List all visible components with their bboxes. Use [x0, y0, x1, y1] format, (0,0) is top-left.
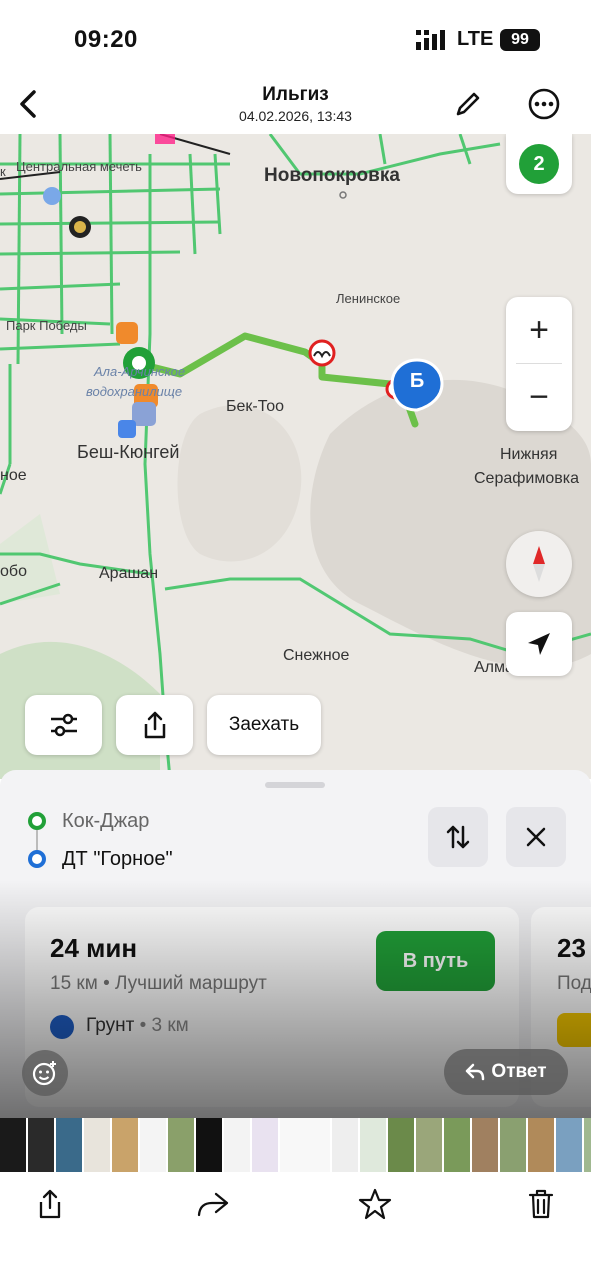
more-options-icon[interactable] — [526, 86, 562, 122]
thumbnail[interactable] — [416, 1118, 442, 1172]
status-time: 09:20 — [74, 26, 138, 53]
route-destination[interactable]: ДТ "Горное" — [62, 848, 173, 871]
map-label-bek-too: Бек-Тоо — [226, 398, 285, 415]
road-surface-distance: • 3 км — [139, 1015, 189, 1036]
thumbnail[interactable] — [332, 1118, 358, 1172]
add-stop-button[interactable]: Заехать — [207, 695, 321, 755]
pencil-icon[interactable] — [452, 88, 484, 120]
thumbnail[interactable] — [584, 1118, 591, 1172]
message-datetime: 04.02.2026, 13:43 — [239, 108, 352, 124]
map-label-arashan: Арашан — [99, 565, 159, 582]
status-bar: 09:20 LTE 99 — [0, 0, 591, 78]
close-icon — [526, 827, 546, 847]
close-route-button[interactable] — [506, 807, 566, 867]
layers-count-button[interactable]: 2 — [506, 134, 572, 194]
thumbnail[interactable] — [0, 1118, 26, 1172]
thumbnail[interactable] — [500, 1118, 526, 1172]
thumbnail[interactable] — [224, 1118, 250, 1172]
route-meta: 15 км • Лучший маршрут — [50, 973, 267, 994]
share-route-button[interactable] — [116, 695, 193, 755]
route-settings-button[interactable] — [25, 695, 102, 755]
thumbnail[interactable] — [140, 1118, 166, 1172]
alt-route-meta: Под — [557, 973, 591, 994]
smiley-plus-icon — [32, 1061, 56, 1086]
map-label-serafimovka: Серафимовка — [474, 470, 579, 487]
thumbnail[interactable] — [444, 1118, 470, 1172]
delete-button[interactable] — [521, 1184, 561, 1224]
thumbnail[interactable] — [56, 1118, 82, 1172]
thumbnail[interactable] — [388, 1118, 414, 1172]
destination-marker-label[interactable]: Б — [405, 370, 429, 393]
reply-button[interactable]: Ответ — [444, 1049, 568, 1095]
map-label-k: к — [0, 164, 6, 179]
thumbnail[interactable] — [28, 1118, 54, 1172]
swap-route-button[interactable] — [428, 807, 488, 867]
thumbnail[interactable] — [360, 1118, 386, 1172]
thumbnail[interactable] — [472, 1118, 498, 1172]
destination-dot-icon — [28, 850, 46, 868]
road-surface: Грунт • 3 км — [86, 1015, 189, 1037]
thumbnail[interactable] — [168, 1118, 194, 1172]
thumbnail[interactable] — [84, 1118, 110, 1172]
map-label-besh-kungey: Беш-Кюнгей — [77, 442, 180, 462]
reply-arrow-icon — [466, 1063, 485, 1081]
signal-icon — [416, 30, 445, 50]
my-location-button[interactable] — [506, 612, 572, 676]
origin-dot-icon — [28, 812, 46, 830]
thumbnail[interactable] — [556, 1118, 582, 1172]
unpaved-road-icon — [50, 1015, 74, 1039]
trash-icon — [528, 1189, 554, 1219]
route-duration: 24 мин — [50, 933, 138, 963]
star-icon — [358, 1188, 392, 1220]
map-label-mosque: Центральная мечеть — [16, 159, 142, 174]
zoom-controls: + − — [506, 297, 572, 431]
map-label-nizhnyaya: Нижняя — [500, 446, 558, 463]
map-label-reservoir-line1: Ала-Арчинское — [94, 364, 186, 379]
chat-header: Ильгиз 04.02.2026, 13:43 — [0, 78, 591, 134]
thumbnail[interactable] — [280, 1118, 330, 1172]
media-thumbnail-strip[interactable] — [0, 1118, 591, 1172]
favorite-button[interactable] — [355, 1184, 395, 1224]
share-icon — [144, 711, 165, 739]
route-connector — [36, 830, 38, 850]
add-reaction-button[interactable] — [22, 1050, 68, 1096]
map-label-reservoir-line2: водохранилище — [86, 384, 183, 399]
viewer-toolbar — [0, 1172, 591, 1280]
forward-arrow-icon — [197, 1192, 229, 1217]
thumbnail[interactable] — [196, 1118, 222, 1172]
map-label-left-obo: обо — [0, 563, 27, 580]
start-navigation-button[interactable]: В путь — [376, 931, 495, 991]
layers-count: 2 — [519, 144, 559, 184]
map-label-leninskoe: Ленинское — [336, 291, 401, 306]
compass-button[interactable] — [506, 531, 572, 597]
sheet-handle[interactable] — [265, 782, 325, 788]
share-button[interactable] — [30, 1184, 70, 1224]
route-origin[interactable]: Кок-Джар — [62, 810, 149, 833]
map-label-novopokrovka: Новопокровка — [264, 165, 400, 186]
thumbnail[interactable] — [252, 1118, 278, 1172]
road-surface-type: Грунт — [86, 1015, 135, 1036]
map-label-snezhnoe: Снежное — [283, 647, 350, 664]
thumbnail[interactable] — [528, 1118, 554, 1172]
share-icon — [39, 1189, 61, 1219]
compass-icon — [533, 546, 545, 582]
map-view[interactable]: к Центральная мечеть Новопокровка Парк П… — [0, 134, 591, 779]
map-label-left-noe: ное — [0, 467, 27, 484]
zoom-in-button[interactable]: + — [506, 297, 572, 363]
zoom-out-button[interactable]: − — [506, 364, 572, 430]
sliders-icon — [50, 713, 77, 737]
sender-name: Ильгиз — [262, 84, 329, 105]
battery-indicator: 99 — [500, 29, 540, 51]
network-type: LTE — [457, 28, 494, 50]
reply-label: Ответ — [491, 1061, 547, 1082]
alt-route-duration: 23 — [557, 933, 586, 963]
location-arrow-icon — [528, 633, 550, 655]
alt-route-icon — [557, 1013, 591, 1047]
map-label-park: Парк Победы — [6, 318, 87, 333]
swap-arrows-icon — [446, 825, 470, 849]
forward-button[interactable] — [193, 1184, 233, 1224]
thumbnail[interactable] — [112, 1118, 138, 1172]
